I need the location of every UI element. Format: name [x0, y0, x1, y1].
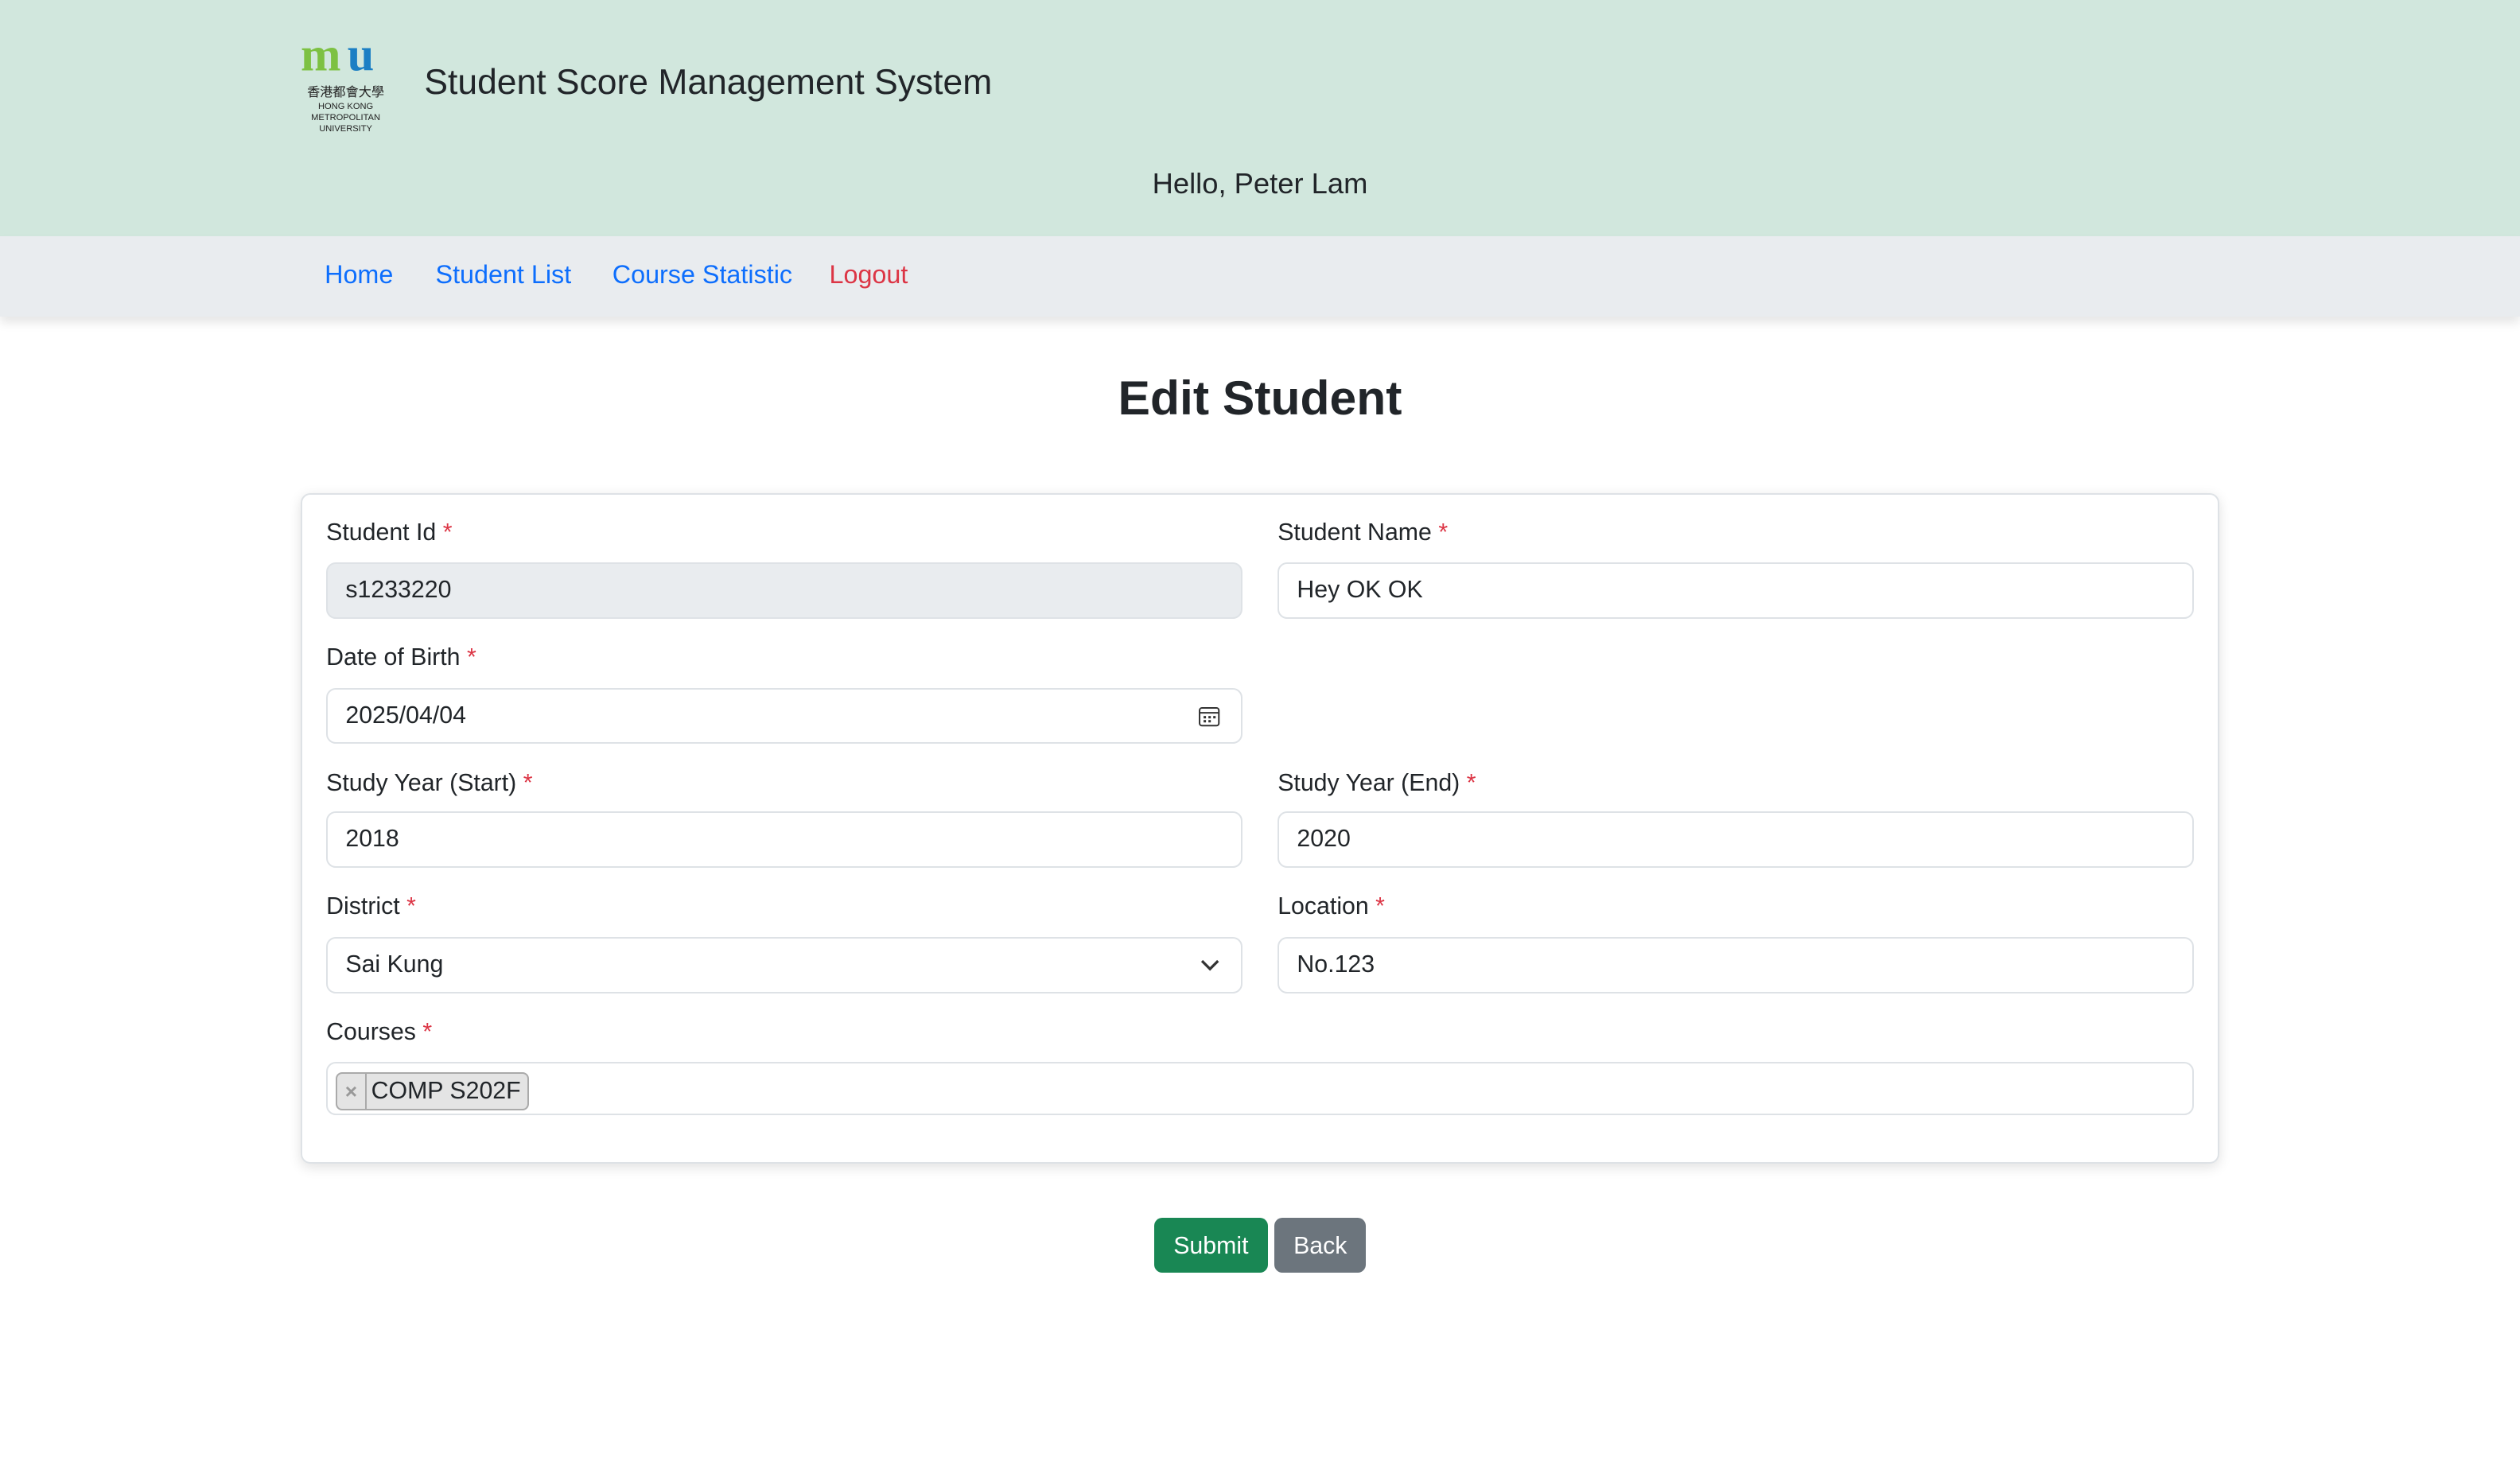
student-name-input[interactable]: Hey OK OK	[1278, 562, 2194, 619]
back-button[interactable]: Back	[1274, 1218, 1367, 1273]
courses-label: Courses *	[326, 1018, 433, 1045]
svg-text:UNIVERSITY: UNIVERSITY	[319, 125, 372, 132]
student-id-input[interactable]: s1233220	[326, 562, 1242, 619]
app-title: Student Score Management System	[424, 62, 993, 102]
nav-student-list[interactable]: Student List	[436, 260, 572, 290]
nav-logout[interactable]: Logout	[830, 260, 908, 290]
student-id-label: Student Id *	[326, 519, 453, 546]
svg-text:METROPOLITAN: METROPOLITAN	[311, 114, 380, 123]
navbar: Home Student List Course Statistic Logou…	[0, 235, 2520, 317]
page-title: Edit Student	[1118, 370, 1402, 425]
location-label: Location *	[1278, 893, 1385, 920]
calendar-icon[interactable]	[1197, 704, 1221, 728]
district-label: District *	[326, 893, 416, 920]
year-end-label: Study Year (End) *	[1278, 769, 1476, 796]
svg-text:香港都會大學: 香港都會大學	[307, 85, 384, 99]
year-start-label: Study Year (Start) *	[326, 769, 533, 796]
year-start-input[interactable]: 2018	[326, 811, 1242, 868]
year-end-input[interactable]: 2020	[1278, 811, 2194, 868]
location-input[interactable]: No.123	[1278, 936, 2194, 993]
header: m u 香港都會大學 HONG KONG METROPOLITAN UNIVER…	[0, 0, 2520, 236]
svg-text:HONG KONG: HONG KONG	[318, 102, 373, 111]
course-tag-label: COMP S202F	[371, 1077, 521, 1104]
hkmu-logo: m u 香港都會大學 HONG KONG METROPOLITAN UNIVER…	[301, 32, 384, 132]
dob-label: Date of Birth *	[326, 644, 476, 671]
chevron-down-icon	[1201, 960, 1219, 971]
remove-course-icon[interactable]: ×	[337, 1073, 367, 1110]
nav-course-statistic[interactable]: Course Statistic	[612, 260, 792, 290]
submit-button[interactable]: Submit	[1153, 1218, 1269, 1273]
dob-input[interactable]: 2025/04/04	[326, 687, 1242, 745]
svg-text:u: u	[347, 32, 374, 81]
courses-multiselect[interactable]: × COMP S202F	[326, 1062, 2194, 1116]
greeting: Hello, Peter Lam	[1152, 167, 1368, 200]
course-tag: × COMP S202F	[336, 1071, 529, 1111]
student-name-label: Student Name *	[1278, 519, 1449, 546]
district-select[interactable]: Sai Kung	[326, 936, 1242, 993]
svg-text:m: m	[301, 32, 340, 81]
nav-home[interactable]: Home	[325, 260, 393, 290]
